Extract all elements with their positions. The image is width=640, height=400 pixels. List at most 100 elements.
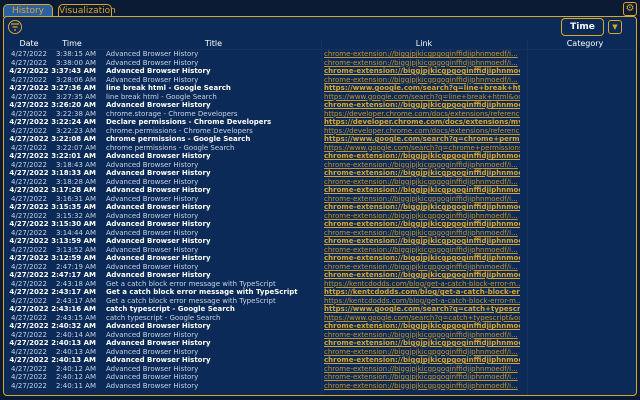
cell-title: Advanced Browser History [106, 211, 199, 220]
cell-link[interactable]: chrome-extension://biggjpjkicgpgoginffid… [324, 50, 520, 59]
column-header-time[interactable]: Time [52, 39, 92, 49]
cell-link[interactable]: chrome-extension://biggjpjkicgpgoginffid… [324, 67, 520, 76]
cell-link[interactable]: https://kentcdodds.com/blog/get-a-catch-… [324, 288, 520, 297]
cell-link[interactable]: chrome-extension://biggjpjkicgpgoginffid… [324, 254, 520, 263]
cell-time: 3:22:01 AM [51, 152, 96, 160]
cell-title: Advanced Browser History [106, 254, 211, 262]
cell-time: 3:18:28 AM [55, 177, 96, 186]
cell-date: 4/27/2022 [9, 356, 49, 364]
cell-date: 4/27/2022 [11, 109, 47, 118]
cell-date: 4/27/2022 [11, 126, 47, 135]
cell-link[interactable]: chrome-extension://biggjpjkicgpgoginffid… [324, 220, 520, 229]
cell-title: Advanced Browser History [106, 152, 211, 160]
cell-title: Advanced Browser History [106, 356, 211, 364]
cell-time: 3:28:06 AM [55, 75, 96, 84]
cell-link[interactable]: chrome-extension://biggjpjkicgpgoginffid… [324, 271, 520, 280]
cell-time: 2:40:12 AM [55, 373, 96, 381]
cell-link[interactable]: chrome-extension://biggjpjkicgpgoginffid… [324, 263, 520, 272]
cell-time: 2:40:13 AM [51, 339, 96, 347]
column-header-link[interactable]: Link [324, 39, 524, 49]
cell-title: Advanced Browser History [106, 339, 211, 347]
cell-link[interactable]: chrome-extension://biggjpjkicgpgoginffid… [324, 356, 520, 365]
cell-time: 2:40:13 AM [51, 356, 96, 364]
cell-link[interactable]: https://www.google.com/search?q=line+bre… [324, 93, 520, 102]
cell-title: Advanced Browser History [106, 177, 199, 186]
cell-date: 4/27/2022 [11, 364, 47, 373]
cell-date: 4/27/2022 [9, 135, 49, 143]
cell-title: chrome permissions - Google Search [106, 135, 251, 143]
cell-link[interactable]: chrome-extension://biggjpjkicgpgoginffid… [324, 186, 520, 195]
cell-date: 4/27/2022 [11, 279, 47, 288]
cell-link[interactable]: https://developer.chrome.com/docs/extens… [324, 118, 520, 127]
cell-title: Advanced Browser History [106, 364, 199, 373]
tab-bar: History Visualization ⚙ [0, 0, 640, 17]
cell-link[interactable]: https://www.google.com/search?q=chrome+p… [324, 144, 520, 153]
cell-link[interactable]: chrome-extension://biggjpjkicgpgoginffid… [324, 178, 520, 187]
cell-link[interactable]: https://www.google.com/search?q=catch+ty… [324, 314, 520, 323]
cell-time: 3:27:36 AM [51, 84, 96, 92]
cell-title: Advanced Browser History [106, 262, 199, 271]
cell-date: 4/27/2022 [11, 262, 47, 271]
cell-link[interactable]: chrome-extension://biggjpjkicgpgoginffid… [324, 76, 520, 85]
cell-link[interactable]: chrome-extension://biggjpjkicgpgoginffid… [324, 322, 520, 331]
cell-link[interactable]: chrome-extension://biggjpjkicgpgoginffid… [324, 339, 520, 348]
cell-link[interactable]: chrome-extension://biggjpjkicgpgoginffid… [324, 373, 520, 382]
column-header-date[interactable]: Date [9, 39, 49, 49]
cell-date: 4/27/2022 [9, 288, 49, 296]
cell-link[interactable]: https://developer.chrome.com/docs/extens… [324, 110, 520, 119]
column-divider [527, 39, 528, 395]
cell-link[interactable]: https://www.google.com/search?q=catch+ty… [324, 305, 520, 314]
cell-link[interactable]: https://kentcdodds.com/blog/get-a-catch-… [324, 280, 520, 289]
cell-time: 2:47:17 AM [51, 271, 96, 279]
cell-time: 3:15:35 AM [51, 203, 96, 211]
chevron-down-icon[interactable]: ▼ [608, 20, 622, 34]
cell-date: 4/27/2022 [11, 245, 47, 254]
cell-title: Advanced Browser History [106, 322, 211, 330]
cell-link[interactable]: https://www.google.com/search?q=line+bre… [324, 84, 520, 93]
cell-link[interactable]: https://kentcdodds.com/blog/get-a-catch-… [324, 297, 520, 306]
cell-date: 4/27/2022 [9, 101, 49, 109]
cell-link[interactable]: chrome-extension://biggjpjkicgpgoginffid… [324, 365, 520, 374]
column-header-title[interactable]: Title [106, 39, 321, 49]
cell-link[interactable]: chrome-extension://biggjpjkicgpgoginffid… [324, 203, 520, 212]
cell-title: Advanced Browser History [106, 169, 211, 177]
search-input[interactable] [26, 21, 554, 33]
cell-title: Advanced Browser History [106, 220, 211, 228]
cell-link[interactable]: chrome-extension://biggjpjkicgpgoginffid… [324, 169, 520, 178]
column-header-category[interactable]: Category [535, 39, 634, 49]
cell-date: 4/27/2022 [9, 84, 49, 92]
cell-date: 4/27/2022 [11, 330, 47, 339]
cell-link[interactable]: chrome-extension://biggjpjkicgpgoginffid… [324, 237, 520, 246]
gear-icon[interactable]: ⚙ [623, 2, 637, 16]
cell-title: Advanced Browser History [106, 67, 211, 75]
filter-icon[interactable] [8, 20, 22, 34]
cell-link[interactable]: chrome-extension://biggjpjkicgpgoginffid… [324, 348, 520, 357]
cell-link[interactable]: chrome-extension://biggjpjkicgpgoginffid… [324, 246, 520, 255]
cell-link[interactable]: chrome-extension://biggjpjkicgpgoginffid… [324, 212, 520, 221]
cell-link[interactable]: https://www.google.com/search?q=chrome+p… [324, 135, 520, 144]
cell-time: 3:27:35 AM [55, 92, 96, 101]
cell-link[interactable]: chrome-extension://biggjpjkicgpgoginffid… [324, 161, 520, 170]
cell-link[interactable]: https://developer.chrome.com/docs/extens… [324, 127, 520, 136]
cell-link[interactable]: chrome-extension://biggjpjkicgpgoginffid… [324, 59, 520, 68]
cell-title: Advanced Browser History [106, 347, 199, 356]
cell-date: 4/27/2022 [9, 305, 49, 313]
cell-time: 2:43:17 AM [51, 288, 96, 296]
cell-title: Advanced Browser History [106, 160, 199, 169]
cell-link[interactable]: chrome-extension://biggjpjkicgpgoginffid… [324, 229, 520, 238]
sort-time-button[interactable]: Time [561, 18, 604, 36]
cell-link[interactable]: chrome-extension://biggjpjkicgpgoginffid… [324, 382, 520, 391]
cell-link[interactable]: chrome-extension://biggjpjkicgpgoginffid… [324, 331, 520, 340]
cell-link[interactable]: chrome-extension://biggjpjkicgpgoginffid… [324, 152, 520, 161]
cell-title: chrome.permissions - Chrome Developers [106, 126, 253, 135]
cell-time: 3:18:33 AM [51, 169, 96, 177]
cell-time: 3:13:59 AM [51, 237, 96, 245]
cell-link[interactable]: chrome-extension://biggjpjkicgpgoginffid… [324, 195, 520, 204]
cell-date: 4/27/2022 [9, 220, 49, 228]
cell-date: 4/27/2022 [11, 313, 47, 322]
cell-time: 3:15:30 AM [51, 220, 96, 228]
cell-link[interactable]: chrome-extension://biggjpjkicgpgoginffid… [324, 101, 520, 110]
cell-date: 4/27/2022 [9, 186, 49, 194]
cell-title: Advanced Browser History [106, 186, 211, 194]
cell-title: Advanced Browser History [106, 101, 211, 109]
